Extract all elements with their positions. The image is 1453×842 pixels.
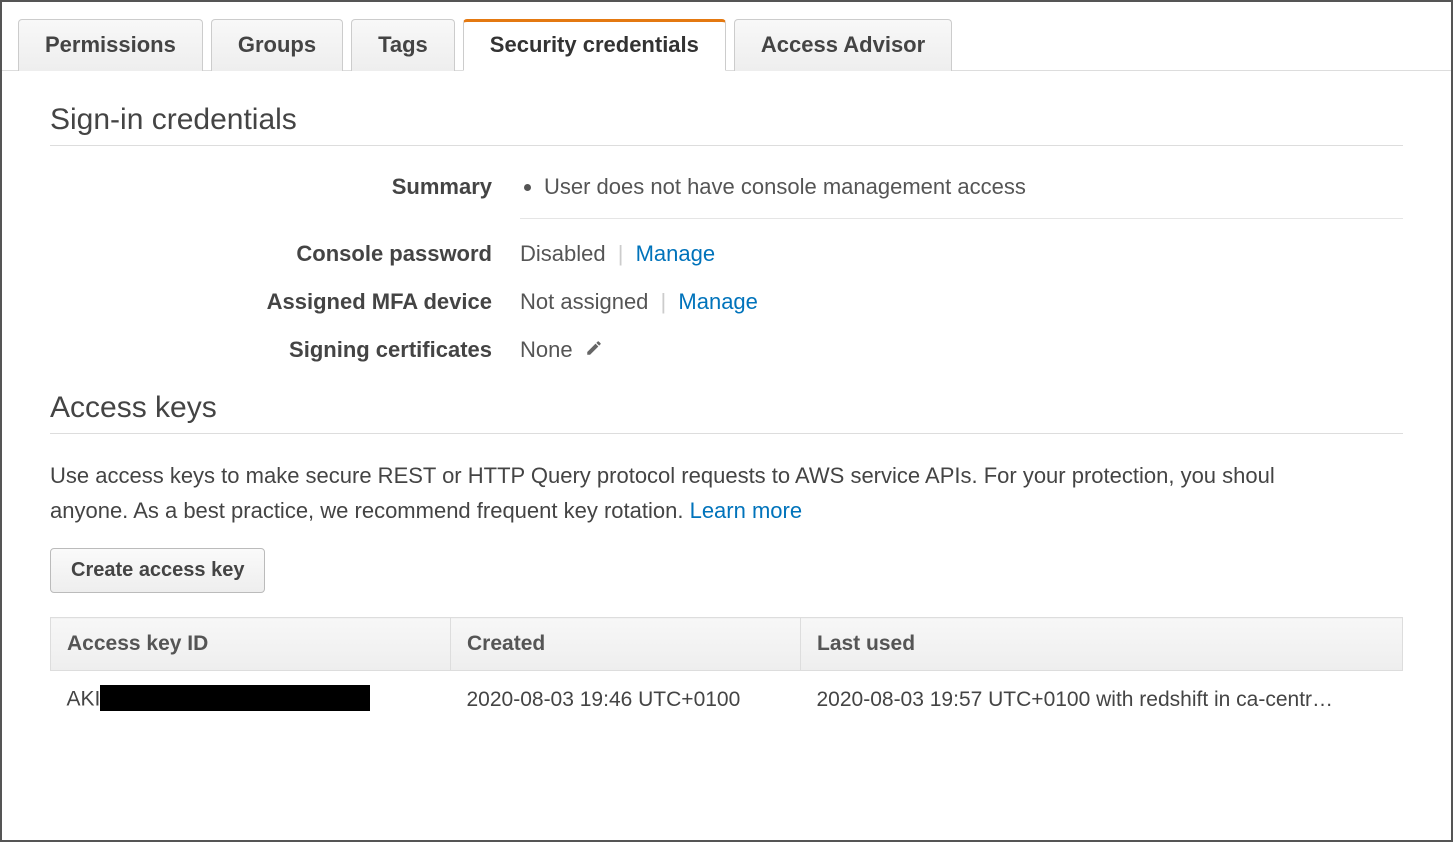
key-id-prefix: AKI bbox=[67, 688, 101, 711]
signing-cert-status: None bbox=[520, 337, 573, 362]
console-password-status: Disabled bbox=[520, 241, 606, 266]
tabs-bar: Permissions Groups Tags Security credent… bbox=[2, 2, 1451, 71]
summary-item: User does not have console management ac… bbox=[544, 174, 1403, 200]
col-created[interactable]: Created bbox=[451, 618, 801, 671]
create-access-key-button[interactable]: Create access key bbox=[50, 548, 265, 593]
mfa-manage-link[interactable]: Manage bbox=[678, 289, 758, 314]
desc-line2: anyone. As a best practice, we recommend… bbox=[50, 498, 690, 523]
tab-access-advisor[interactable]: Access Advisor bbox=[734, 19, 952, 71]
mfa-status: Not assigned bbox=[520, 289, 648, 314]
divider: | bbox=[618, 241, 624, 266]
signing-cert-label: Signing certificates bbox=[50, 333, 520, 363]
console-password-manage-link[interactable]: Manage bbox=[636, 241, 716, 266]
tab-groups[interactable]: Groups bbox=[211, 19, 343, 71]
pencil-icon[interactable] bbox=[585, 337, 603, 363]
console-password-label: Console password bbox=[50, 237, 520, 267]
console-password-value: Disabled | Manage bbox=[520, 237, 1403, 267]
redacted-block bbox=[100, 685, 370, 711]
signing-cert-value: None bbox=[520, 333, 1403, 363]
signin-heading: Sign-in credentials bbox=[50, 103, 1403, 146]
divider: | bbox=[661, 289, 667, 314]
desc-line1: Use access keys to make secure REST or H… bbox=[50, 463, 1275, 488]
cell-access-key-id: AKI bbox=[51, 671, 451, 720]
access-keys-description: Use access keys to make secure REST or H… bbox=[50, 458, 1403, 528]
access-keys-table: Access key ID Created Last used AKI 2020… bbox=[50, 617, 1403, 719]
tab-security-credentials[interactable]: Security credentials bbox=[463, 19, 726, 71]
learn-more-link[interactable]: Learn more bbox=[690, 498, 803, 523]
tab-permissions[interactable]: Permissions bbox=[18, 19, 203, 71]
col-access-key-id[interactable]: Access key ID bbox=[51, 618, 451, 671]
tab-content: Sign-in credentials Summary User does no… bbox=[2, 71, 1451, 719]
tab-tags[interactable]: Tags bbox=[351, 19, 455, 71]
access-keys-heading: Access keys bbox=[50, 391, 1403, 434]
mfa-label: Assigned MFA device bbox=[50, 285, 520, 315]
mfa-value: Not assigned | Manage bbox=[520, 285, 1403, 315]
summary-label: Summary bbox=[50, 170, 520, 200]
cell-last-used: 2020-08-03 19:57 UTC+0100 with redshift … bbox=[801, 671, 1403, 720]
col-last-used[interactable]: Last used bbox=[801, 618, 1403, 671]
cell-created: 2020-08-03 19:46 UTC+0100 bbox=[451, 671, 801, 720]
summary-value: User does not have console management ac… bbox=[520, 170, 1403, 219]
table-row: AKI 2020-08-03 19:46 UTC+0100 2020-08-03… bbox=[51, 671, 1403, 720]
